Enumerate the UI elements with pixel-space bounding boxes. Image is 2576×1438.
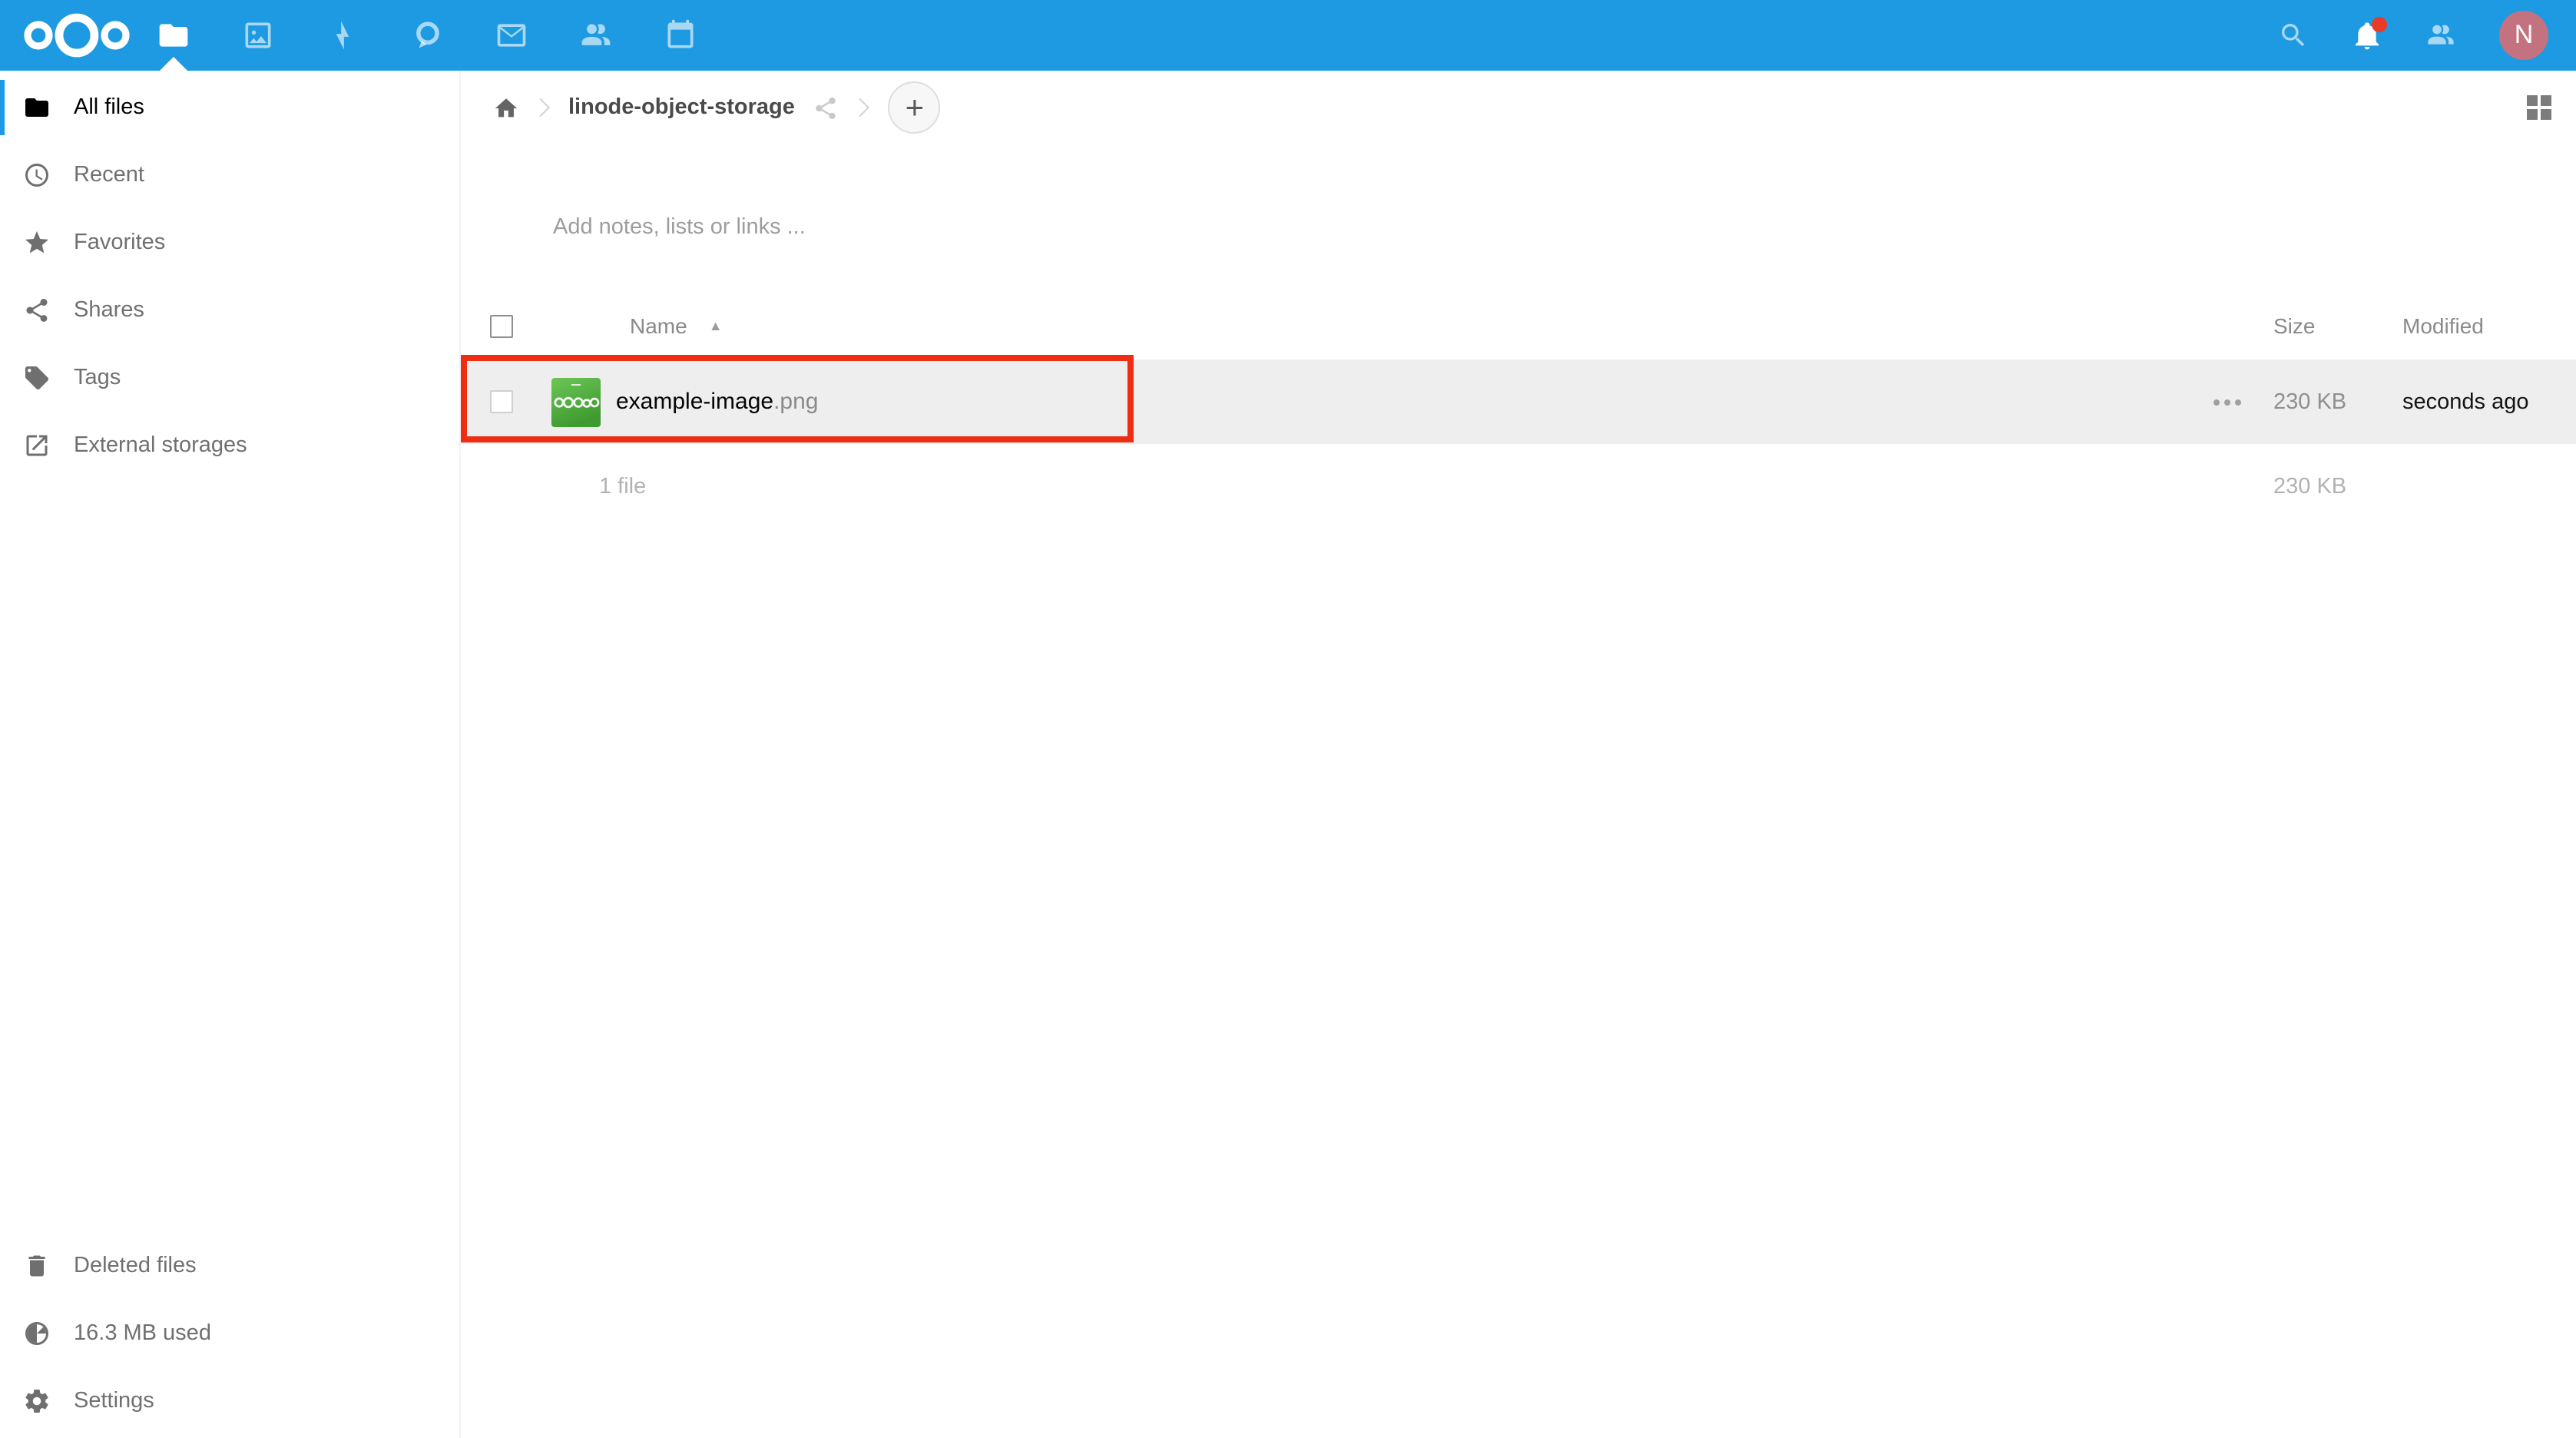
new-file-button[interactable]: + [889,81,941,134]
app-talk[interactable] [410,0,444,71]
files-summary-row: 1 file 230 KB [461,444,2576,530]
app-mail[interactable] [495,0,528,71]
three-dots-icon [2213,399,2220,405]
file-size: 230 KB [2273,389,2381,414]
sidebar-item-label: Settings [74,1389,154,1413]
app-photos[interactable] [241,0,275,71]
breadcrumb-home-button[interactable] [493,94,519,121]
notifications-button[interactable] [2352,20,2382,51]
file-name-cell: example-image.png [528,377,2181,426]
breadcrumb-share-button[interactable] [813,94,839,121]
chevron-right-icon [849,92,879,123]
sidebar-item-label: External storages [74,433,247,458]
grid-view-toggle-button[interactable] [2527,95,2551,120]
file-modified: seconds ago [2381,389,2576,414]
nextcloud-logo-icon [22,8,132,63]
chevron-right-icon [528,92,559,123]
sidebar-item-label: Favorites [74,230,165,255]
files-sidebar: All files Recent Favorites Shares Tags E… [0,71,461,1438]
share-icon [813,94,839,121]
settings-gear-icon [23,1387,51,1415]
tag-icon [23,364,51,392]
app-calendar[interactable] [664,0,697,71]
photos-icon [241,18,275,52]
files-total-size-summary: 230 KB [2273,475,2381,499]
star-icon [23,229,51,257]
sidebar-item-shares[interactable]: Shares [0,277,459,344]
sidebar-item-deleted-files[interactable]: Deleted files [0,1232,459,1300]
topbar-left [0,0,697,71]
select-all-checkbox[interactable] [490,314,513,337]
file-extension: .png [773,388,818,414]
talk-chat-bubble-icon [410,18,444,52]
files-content: linode-object-storage + Add notes, lists… [461,71,2576,1438]
nextcloud-files-app: N All files Recent Favorites Shares Tags… [0,0,2576,1438]
sidebar-item-favorites[interactable]: Favorites [0,209,459,277]
quota-pie-icon [23,1320,51,1347]
sidebar-item-label: Recent [74,163,144,187]
sidebar-item-settings[interactable]: Settings [0,1367,459,1435]
external-storage-icon [23,432,51,459]
files-table-header: Name ▲ Size Modified [461,292,2576,360]
sidebar-item-recent[interactable]: Recent [0,141,459,209]
contacts-menu-button[interactable] [2425,20,2456,51]
column-header-modified[interactable]: Modified [2381,313,2576,338]
app-menu [157,0,697,71]
activity-lightning-icon [326,18,359,52]
topbar-right: N [2278,0,2576,71]
contacts-people-icon [579,18,613,52]
grid-view-icon [2527,95,2538,106]
folder-icon [23,94,51,121]
calendar-icon [664,18,697,52]
column-header-size[interactable]: Size [2273,313,2381,338]
home-icon [493,94,519,121]
files-count-summary: 1 file [528,475,2181,499]
app-activity[interactable] [326,0,359,71]
search-icon [2278,20,2309,51]
notification-unread-dot [2372,17,2387,32]
app-contacts[interactable] [579,0,613,71]
files-table: Name ▲ Size Modified [461,292,2576,530]
breadcrumb: linode-object-storage + [461,74,2576,141]
file-thumbnail [551,377,601,426]
breadcrumb-folder-name[interactable]: linode-object-storage [568,95,795,120]
sidebar-item-label: Shares [74,298,144,323]
sidebar-item-all-files[interactable]: All files [0,74,459,141]
sidebar-item-label: Deleted files [74,1254,197,1278]
sort-ascending-icon: ▲ [709,318,723,333]
topbar: N [0,0,2576,71]
app-files[interactable] [157,0,190,71]
contacts-menu-icon [2425,20,2456,51]
workspace-notes-input[interactable]: Add notes, lists or links ... [461,194,2576,261]
sidebar-item-label: Tags [74,366,121,390]
files-folder-icon [157,18,190,52]
file-select-checkbox[interactable] [490,390,513,413]
user-avatar[interactable]: N [2499,11,2548,60]
sidebar-item-label: All files [74,95,144,120]
search-button[interactable] [2278,20,2309,51]
sidebar-item-quota[interactable]: 16.3 MB used [0,1300,459,1367]
sidebar-item-external-storages[interactable]: External storages [0,412,459,479]
column-header-name[interactable]: Name ▲ [528,313,2181,338]
file-row-example-image[interactable]: example-image.png 230 KB seconds ago [461,360,2576,444]
file-actions-menu-button[interactable] [2181,399,2273,405]
nextcloud-logo[interactable] [22,8,132,63]
file-basename: example-image [616,388,773,414]
trash-icon [23,1252,51,1280]
share-icon [23,297,51,324]
sidebar-item-tags[interactable]: Tags [0,344,459,412]
sidebar-bottom: Deleted files 16.3 MB used Settings [0,1232,459,1438]
sidebar-item-label: 16.3 MB used [74,1321,211,1346]
clock-icon [23,161,51,189]
mail-envelope-icon [495,18,528,52]
